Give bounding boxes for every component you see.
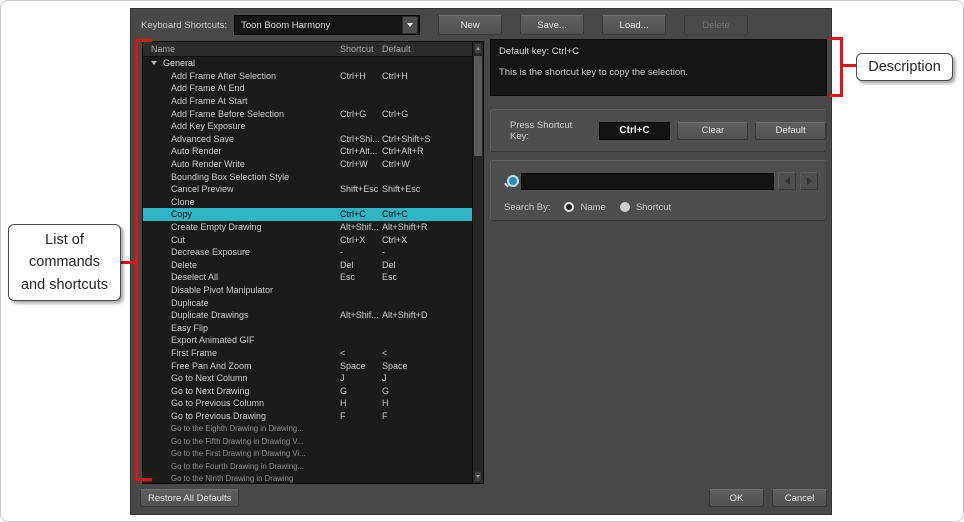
left-bracket-connector (119, 261, 136, 264)
press-shortcut-label: Press Shortcut Key: (510, 119, 573, 142)
list-item[interactable]: Easy Flip (143, 321, 472, 334)
arrow-left-icon (784, 177, 790, 185)
default-key-text: Default key: Ctrl+C (499, 46, 579, 57)
list-item[interactable]: Add Frame At End (143, 82, 472, 95)
list-item[interactable]: Duplicate (143, 296, 472, 309)
ok-button[interactable]: OK (709, 489, 764, 507)
list-item[interactable]: Bounding Box Selection Style (143, 170, 472, 183)
column-header-shortcut[interactable]: Shortcut (340, 44, 382, 54)
list-item[interactable]: Add Frame Before Selection Ctrl+G Ctrl+G (143, 107, 472, 120)
list-item[interactable]: Disable Pivot Manipulator (143, 284, 472, 297)
list-item[interactable]: Add Frame After Selection Ctrl+H Ctrl+H (143, 70, 472, 83)
list-item[interactable]: Go to Previous Drawing F F (143, 410, 472, 423)
list-item[interactable]: Go to the Eighth Drawing in Drawing... (143, 422, 472, 435)
list-item[interactable]: Go to the Ninth Drawing in Drawing (143, 473, 472, 483)
scrollbar-thumb[interactable] (474, 56, 482, 156)
list-item[interactable]: Auto Render Write Ctrl+W Ctrl+W (143, 158, 472, 171)
scroll-down-icon[interactable] (474, 471, 482, 482)
scroll-up-icon[interactable] (474, 43, 482, 54)
list-group-general[interactable]: General (143, 57, 472, 70)
list-item[interactable]: Go to Next Column J J (143, 372, 472, 385)
list-item[interactable]: Go to the Fifth Drawing in Drawing V... (143, 435, 472, 448)
collapse-triangle-icon[interactable] (151, 61, 157, 66)
list-item[interactable]: Advanced Save Ctrl+Shi... Ctrl+Shift+S (143, 133, 472, 146)
radio-name-label[interactable]: Name (580, 202, 605, 213)
right-bracket-top-cap (829, 37, 841, 40)
preset-label: Keyboard Shortcuts: (141, 19, 228, 31)
search-input[interactable] (521, 172, 774, 190)
arrow-right-icon (806, 177, 812, 185)
left-bracket-line (135, 39, 138, 481)
right-bracket-line (840, 37, 843, 97)
clear-button[interactable]: Clear (677, 121, 749, 140)
list-item[interactable]: Add Frame At Start (143, 95, 472, 108)
radio-search-by-name[interactable] (564, 202, 575, 212)
shortcut-key-field[interactable]: Ctrl+C (598, 121, 671, 140)
search-group: Search By: Name Shortcut (490, 160, 827, 221)
shortcut-list: Name Shortcut Default General Add Frame … (142, 41, 484, 484)
default-button[interactable]: Default (755, 121, 826, 140)
list-item[interactable]: Cut Ctrl+X Ctrl+X (143, 233, 472, 246)
radio-shortcut-label[interactable]: Shortcut (636, 202, 671, 213)
search-by-row: Search By: Name Shortcut (491, 199, 826, 215)
list-item[interactable]: Go to Previous Column H H (143, 397, 472, 410)
cancel-button[interactable]: Cancel (772, 489, 827, 507)
list-item[interactable]: Decrease Exposure - - (143, 246, 472, 259)
shortcut-rows: General Add Frame After Selection Ctrl+H C… (143, 57, 472, 483)
list-item[interactable]: Go to the Fourth Drawing in Drawing... (143, 460, 472, 473)
list-item[interactable]: Create Empty Drawing Alt+Shif... Alt+Shift… (143, 221, 472, 234)
left-bracket-top-cap (135, 39, 152, 42)
list-item[interactable]: Cancel Preview Shift+Esc Shift+Esc (143, 183, 472, 196)
column-header-default[interactable]: Default (382, 44, 472, 54)
next-result-button (800, 172, 818, 190)
preset-dropdown[interactable]: Toon Boom Harmony (234, 15, 421, 35)
list-item[interactable]: Export Animated GIF (143, 334, 472, 347)
list-item[interactable]: Auto Render Ctrl+Alt... Ctrl+Alt+R (143, 145, 472, 158)
search-by-label: Search By: (504, 201, 551, 213)
annotated-screenshot: Keyboard Shortcuts: Toon Boom Harmony Ne… (0, 0, 964, 522)
keyboard-shortcuts-dialog: Keyboard Shortcuts: Toon Boom Harmony Ne… (130, 8, 832, 515)
list-item[interactable]: Delete Del Del (143, 259, 472, 272)
list-item[interactable]: Add Key Exposure (143, 120, 472, 133)
right-bracket-bottom-cap (829, 94, 841, 97)
search-icon (504, 174, 519, 188)
description-text: This is the shortcut key to copy the sel… (499, 67, 689, 78)
description-annotation-label: Description (856, 53, 953, 81)
delete-button: Delete (684, 15, 749, 35)
prev-result-button (778, 172, 796, 190)
preset-dropdown-value: Toon Boom Harmony (241, 19, 331, 31)
list-item[interactable]: Deselect All Esc Esc (143, 271, 472, 284)
chevron-down-icon[interactable] (402, 16, 419, 34)
list-header: Name Shortcut Default (143, 42, 472, 57)
shortcut-editor-group: Press Shortcut Key: Ctrl+C Clear Default (490, 109, 827, 152)
radio-search-by-shortcut[interactable] (619, 202, 630, 212)
new-button[interactable]: New (438, 15, 503, 35)
list-scrollbar[interactable] (472, 42, 483, 483)
save-button[interactable]: Save... (520, 15, 585, 35)
load-button[interactable]: Load... (602, 15, 667, 35)
restore-all-defaults-button[interactable]: Restore All Defaults (140, 489, 240, 507)
dialog-topbar: Keyboard Shortcuts: Toon Boom Harmony Ne… (141, 15, 749, 35)
list-item[interactable]: First Frame < < (143, 347, 472, 360)
right-bracket-connector (843, 64, 857, 67)
column-header-name[interactable]: Name (143, 44, 340, 54)
list-item[interactable]: Go to the First Drawing in Drawing Vi... (143, 447, 472, 460)
list-item[interactable]: Free Pan And Zoom Space Space (143, 359, 472, 372)
list-item[interactable]: Duplicate Drawings Alt+Shif... Alt+Shift+D (143, 309, 472, 322)
list-annotation-label: List of commands and shortcuts (8, 224, 121, 301)
description-panel: Default key: Ctrl+C This is the shortcut… (490, 39, 827, 96)
list-item[interactable]: Go to Next Drawing G G (143, 384, 472, 397)
list-item[interactable]: Copy Ctrl+C Ctrl+C (143, 208, 472, 221)
list-item[interactable]: Clone (143, 196, 472, 209)
left-bracket-bottom-cap (135, 478, 152, 481)
